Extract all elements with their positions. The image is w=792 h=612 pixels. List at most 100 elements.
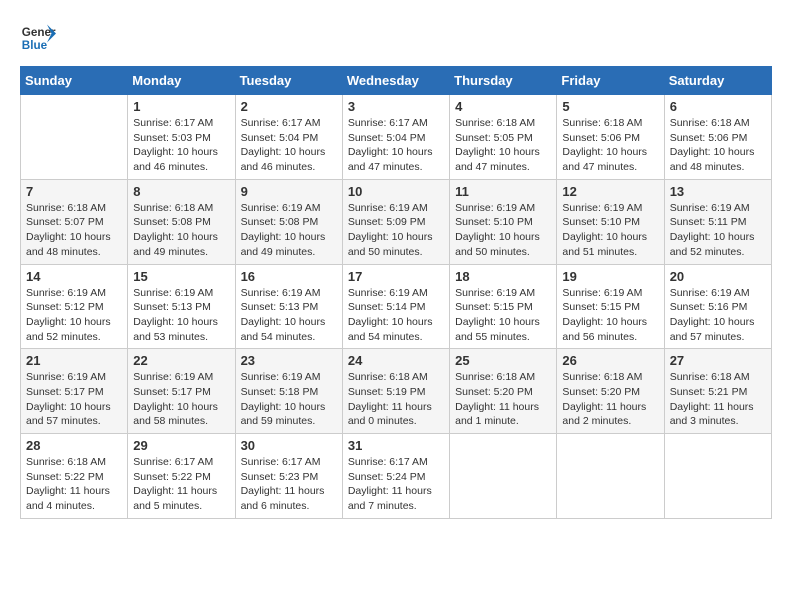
cell-content: Sunrise: 6:19 AM Sunset: 5:15 PM Dayligh… xyxy=(455,286,551,345)
cell-content: Sunrise: 6:19 AM Sunset: 5:11 PM Dayligh… xyxy=(670,201,766,260)
day-number: 6 xyxy=(670,99,766,114)
calendar-cell: 18 Sunrise: 6:19 AM Sunset: 5:15 PM Dayli… xyxy=(450,264,557,349)
header-cell-sunday: Sunday xyxy=(21,67,128,95)
cell-content: Sunrise: 6:19 AM Sunset: 5:12 PM Dayligh… xyxy=(26,286,122,345)
calendar-cell xyxy=(664,434,771,519)
day-number: 4 xyxy=(455,99,551,114)
day-number: 10 xyxy=(348,184,444,199)
cell-content: Sunrise: 6:17 AM Sunset: 5:03 PM Dayligh… xyxy=(133,116,229,175)
day-number: 25 xyxy=(455,353,551,368)
week-row-0: 1 Sunrise: 6:17 AM Sunset: 5:03 PM Daylig… xyxy=(21,95,772,180)
header-cell-saturday: Saturday xyxy=(664,67,771,95)
day-number: 8 xyxy=(133,184,229,199)
day-number: 13 xyxy=(670,184,766,199)
day-number: 12 xyxy=(562,184,658,199)
calendar-cell: 5 Sunrise: 6:18 AM Sunset: 5:06 PM Daylig… xyxy=(557,95,664,180)
calendar-cell: 12 Sunrise: 6:19 AM Sunset: 5:10 PM Dayli… xyxy=(557,179,664,264)
day-number: 2 xyxy=(241,99,337,114)
header-cell-monday: Monday xyxy=(128,67,235,95)
week-row-3: 21Sunrise: 6:19 AM Sunset: 5:17 PM Dayli… xyxy=(21,349,772,434)
day-number: 16 xyxy=(241,269,337,284)
calendar-cell: 9 Sunrise: 6:19 AM Sunset: 5:08 PM Daylig… xyxy=(235,179,342,264)
day-number: 15 xyxy=(133,269,229,284)
cell-content: Sunrise: 6:19 AM Sunset: 5:14 PM Dayligh… xyxy=(348,286,444,345)
logo: General Blue xyxy=(20,20,56,56)
cell-content: Sunrise: 6:19 AM Sunset: 5:16 PM Dayligh… xyxy=(670,286,766,345)
calendar-cell: 15 Sunrise: 6:19 AM Sunset: 5:13 PM Dayli… xyxy=(128,264,235,349)
header-cell-tuesday: Tuesday xyxy=(235,67,342,95)
logo-icon: General Blue xyxy=(20,20,56,56)
calendar-cell xyxy=(450,434,557,519)
cell-content: Sunrise: 6:18 AM Sunset: 5:21 PM Dayligh… xyxy=(670,370,766,429)
header-cell-friday: Friday xyxy=(557,67,664,95)
week-row-4: 28 Sunrise: 6:18 AM Sunset: 5:22 PM Dayli… xyxy=(21,434,772,519)
calendar-cell: 23 Sunrise: 6:19 AM Sunset: 5:18 PM Dayli… xyxy=(235,349,342,434)
day-number: 22 xyxy=(133,353,229,368)
calendar-cell: 1 Sunrise: 6:17 AM Sunset: 5:03 PM Daylig… xyxy=(128,95,235,180)
cell-content: Sunrise: 6:19 AM Sunset: 5:13 PM Dayligh… xyxy=(241,286,337,345)
day-number: 17 xyxy=(348,269,444,284)
header-cell-wednesday: Wednesday xyxy=(342,67,449,95)
calendar-cell: 3 Sunrise: 6:17 AM Sunset: 5:04 PM Daylig… xyxy=(342,95,449,180)
cell-content: Sunrise: 6:19 AM Sunset: 5:08 PM Dayligh… xyxy=(241,201,337,260)
calendar-cell: 4 Sunrise: 6:18 AM Sunset: 5:05 PM Daylig… xyxy=(450,95,557,180)
day-number: 19 xyxy=(562,269,658,284)
calendar-cell: 24 Sunrise: 6:18 AM Sunset: 5:19 PM Dayli… xyxy=(342,349,449,434)
cell-content: Sunrise: 6:18 AM Sunset: 5:19 PM Dayligh… xyxy=(348,370,444,429)
cell-content: Sunrise: 6:18 AM Sunset: 5:08 PM Dayligh… xyxy=(133,201,229,260)
cell-content: Sunrise: 6:18 AM Sunset: 5:06 PM Dayligh… xyxy=(562,116,658,175)
calendar-cell: 25 Sunrise: 6:18 AM Sunset: 5:20 PM Dayli… xyxy=(450,349,557,434)
day-number: 14 xyxy=(26,269,122,284)
header-row: SundayMondayTuesdayWednesdayThursdayFrid… xyxy=(21,67,772,95)
day-number: 23 xyxy=(241,353,337,368)
week-row-2: 14 Sunrise: 6:19 AM Sunset: 5:12 PM Dayli… xyxy=(21,264,772,349)
calendar-cell: 29 Sunrise: 6:17 AM Sunset: 5:22 PM Dayli… xyxy=(128,434,235,519)
calendar-cell: 11Sunrise: 6:19 AM Sunset: 5:10 PM Dayli… xyxy=(450,179,557,264)
cell-content: Sunrise: 6:19 AM Sunset: 5:13 PM Dayligh… xyxy=(133,286,229,345)
day-number: 30 xyxy=(241,438,337,453)
day-number: 11 xyxy=(455,184,551,199)
day-number: 24 xyxy=(348,353,444,368)
calendar-cell: 6 Sunrise: 6:18 AM Sunset: 5:06 PM Daylig… xyxy=(664,95,771,180)
calendar-cell: 13 Sunrise: 6:19 AM Sunset: 5:11 PM Dayli… xyxy=(664,179,771,264)
cell-content: Sunrise: 6:19 AM Sunset: 5:09 PM Dayligh… xyxy=(348,201,444,260)
calendar-cell: 28 Sunrise: 6:18 AM Sunset: 5:22 PM Dayli… xyxy=(21,434,128,519)
cell-content: Sunrise: 6:19 AM Sunset: 5:10 PM Dayligh… xyxy=(562,201,658,260)
calendar-cell: 19 Sunrise: 6:19 AM Sunset: 5:15 PM Dayli… xyxy=(557,264,664,349)
cell-content: Sunrise: 6:18 AM Sunset: 5:07 PM Dayligh… xyxy=(26,201,122,260)
calendar-cell: 31Sunrise: 6:17 AM Sunset: 5:24 PM Dayli… xyxy=(342,434,449,519)
day-number: 20 xyxy=(670,269,766,284)
day-number: 21 xyxy=(26,353,122,368)
day-number: 3 xyxy=(348,99,444,114)
calendar-cell: 22Sunrise: 6:19 AM Sunset: 5:17 PM Dayli… xyxy=(128,349,235,434)
cell-content: Sunrise: 6:18 AM Sunset: 5:06 PM Dayligh… xyxy=(670,116,766,175)
day-number: 7 xyxy=(26,184,122,199)
cell-content: Sunrise: 6:17 AM Sunset: 5:23 PM Dayligh… xyxy=(241,455,337,514)
cell-content: Sunrise: 6:17 AM Sunset: 5:22 PM Dayligh… xyxy=(133,455,229,514)
day-number: 9 xyxy=(241,184,337,199)
calendar-table: SundayMondayTuesdayWednesdayThursdayFrid… xyxy=(20,66,772,519)
day-number: 5 xyxy=(562,99,658,114)
cell-content: Sunrise: 6:18 AM Sunset: 5:20 PM Dayligh… xyxy=(455,370,551,429)
calendar-cell: 7 Sunrise: 6:18 AM Sunset: 5:07 PM Daylig… xyxy=(21,179,128,264)
page-header: General Blue xyxy=(20,20,772,56)
cell-content: Sunrise: 6:17 AM Sunset: 5:04 PM Dayligh… xyxy=(241,116,337,175)
calendar-cell xyxy=(557,434,664,519)
day-number: 28 xyxy=(26,438,122,453)
cell-content: Sunrise: 6:17 AM Sunset: 5:04 PM Dayligh… xyxy=(348,116,444,175)
cell-content: Sunrise: 6:18 AM Sunset: 5:05 PM Dayligh… xyxy=(455,116,551,175)
svg-text:Blue: Blue xyxy=(22,39,48,52)
cell-content: Sunrise: 6:18 AM Sunset: 5:22 PM Dayligh… xyxy=(26,455,122,514)
day-number: 18 xyxy=(455,269,551,284)
calendar-cell: 27 Sunrise: 6:18 AM Sunset: 5:21 PM Dayli… xyxy=(664,349,771,434)
day-number: 29 xyxy=(133,438,229,453)
calendar-cell: 10 Sunrise: 6:19 AM Sunset: 5:09 PM Dayli… xyxy=(342,179,449,264)
day-number: 27 xyxy=(670,353,766,368)
day-number: 31 xyxy=(348,438,444,453)
cell-content: Sunrise: 6:19 AM Sunset: 5:15 PM Dayligh… xyxy=(562,286,658,345)
day-number: 1 xyxy=(133,99,229,114)
cell-content: Sunrise: 6:19 AM Sunset: 5:18 PM Dayligh… xyxy=(241,370,337,429)
calendar-cell xyxy=(21,95,128,180)
week-row-1: 7 Sunrise: 6:18 AM Sunset: 5:07 PM Daylig… xyxy=(21,179,772,264)
calendar-cell: 2 Sunrise: 6:17 AM Sunset: 5:04 PM Daylig… xyxy=(235,95,342,180)
